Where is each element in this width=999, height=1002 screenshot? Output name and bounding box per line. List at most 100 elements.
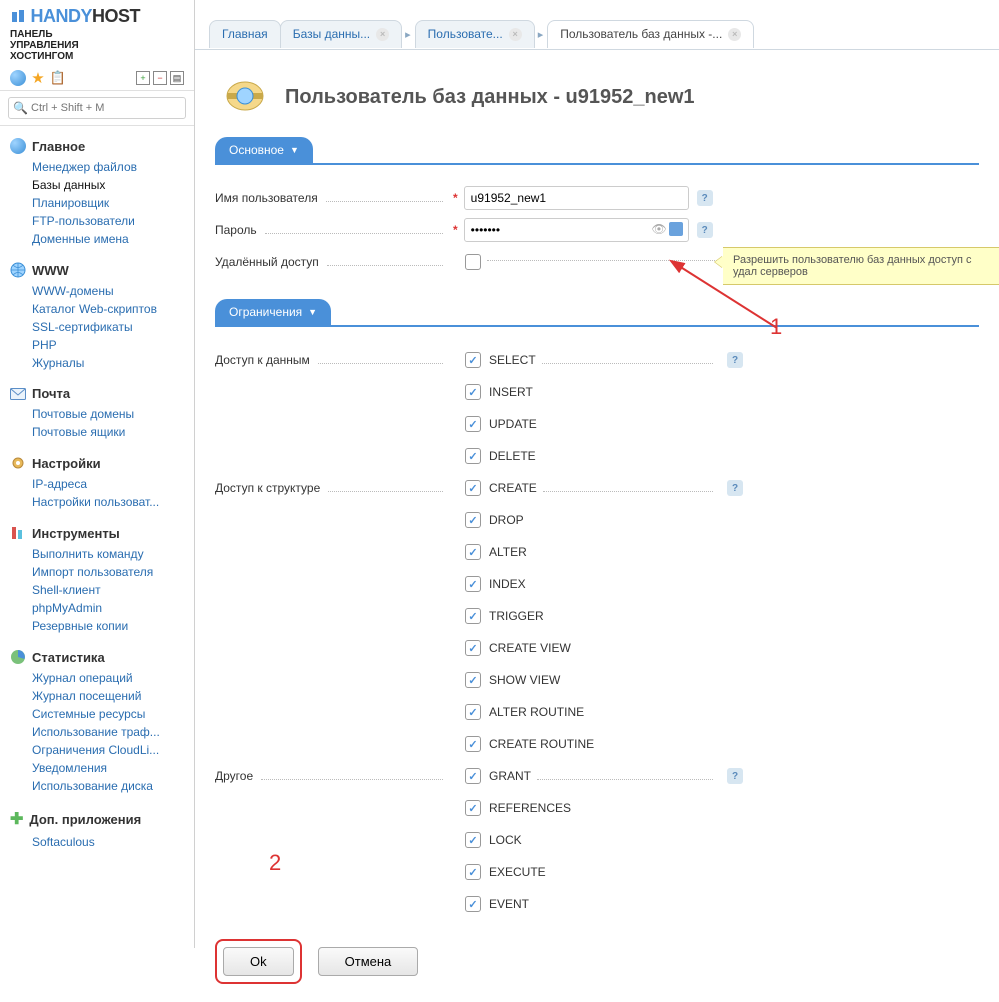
perm-checkbox[interactable] (465, 512, 481, 528)
clipboard-icon[interactable]: 📋 (50, 70, 66, 86)
sidebar-item[interactable]: Журнал посещений (32, 687, 184, 705)
perm-checkbox[interactable] (465, 896, 481, 912)
perm-checkbox[interactable] (465, 576, 481, 592)
eye-icon[interactable]: 👁 (651, 222, 666, 236)
sidebar-item[interactable]: FTP-пользователи (32, 212, 184, 230)
perm-label: ALTER ROUTINE (481, 705, 584, 719)
logo: HANDYHOST ПАНЕЛЬУПРАВЛЕНИЯХОСТИНГОМ (0, 0, 194, 66)
perm-checkbox[interactable] (465, 704, 481, 720)
ok-highlight: Ok (215, 939, 302, 984)
brand-b: HOST (92, 6, 140, 26)
perm-checkbox[interactable] (465, 448, 481, 464)
help-icon[interactable]: ? (697, 222, 713, 238)
nav-header-stats[interactable]: Статистика (10, 643, 184, 669)
perm-checkbox[interactable] (465, 768, 481, 784)
perm-checkbox[interactable] (465, 544, 481, 560)
perm-checkbox[interactable] (465, 800, 481, 816)
sidebar-item[interactable]: Доменные имена (32, 230, 184, 248)
annotation-1: 1 (770, 314, 782, 340)
sidebar-item[interactable]: Почтовые ящики (32, 423, 184, 441)
chevron-right-icon: ▸ (534, 28, 548, 41)
tab-databases[interactable]: Базы данны...× (280, 20, 402, 48)
sidebar-item[interactable]: Базы данных (32, 176, 184, 194)
perm-checkbox[interactable] (465, 640, 481, 656)
pie-icon (10, 649, 26, 665)
perm-label: INSERT (481, 385, 533, 399)
perm-checkbox[interactable] (465, 832, 481, 848)
sidebar-item[interactable]: Импорт пользователя (32, 563, 184, 581)
sidebar-item[interactable]: PHP (32, 336, 184, 354)
search-input[interactable] (8, 97, 186, 119)
sidebar-item[interactable]: IP-адреса (32, 475, 184, 493)
help-icon[interactable]: ? (697, 190, 713, 206)
help-icon[interactable]: ? (727, 480, 743, 496)
sidebar-item[interactable]: Использование диска (32, 777, 184, 795)
main-content: Главная Базы данны...× ▸ Пользовате...× … (195, 0, 999, 948)
sidebar-item[interactable]: Shell-клиент (32, 581, 184, 599)
required-icon: * (453, 191, 458, 205)
sidebar-item[interactable]: Планировщик (32, 194, 184, 212)
sidebar-item[interactable]: Уведомления (32, 759, 184, 777)
sidebar-item[interactable]: Журналы (32, 354, 184, 372)
sidebar-item[interactable]: SSL-сертификаты (32, 318, 184, 336)
perm-label: TRIGGER (481, 609, 544, 623)
close-icon[interactable]: × (509, 28, 522, 41)
tab-home[interactable]: Главная (209, 20, 281, 48)
home-icon[interactable] (10, 70, 26, 86)
sidebar-item[interactable]: Резервные копии (32, 617, 184, 635)
perm-group-label: Доступ к структуре (215, 481, 324, 495)
sidebar-item[interactable]: Системные ресурсы (32, 705, 184, 723)
remote-access-checkbox[interactable] (465, 254, 481, 270)
nav-header-www[interactable]: WWW (10, 256, 184, 282)
help-icon[interactable]: ? (727, 768, 743, 784)
sidebar-item[interactable]: Использование траф... (32, 723, 184, 741)
generate-password-icon[interactable] (669, 222, 683, 236)
perm-checkbox[interactable] (465, 672, 481, 688)
tab-users[interactable]: Пользовате...× (415, 20, 535, 48)
sidebar-item[interactable]: Ограничения CloudLi... (32, 741, 184, 759)
sidebar-item[interactable]: Почтовые домены (32, 405, 184, 423)
nav-header-tools[interactable]: Инструменты (10, 519, 184, 545)
close-icon[interactable]: × (728, 28, 741, 41)
tab-user-edit[interactable]: Пользователь баз данных -...× (547, 20, 754, 48)
nav-header-main[interactable]: Главное (10, 132, 184, 158)
star-icon[interactable]: ★ (30, 70, 46, 86)
sidebar-item[interactable]: Softaculous (32, 833, 184, 851)
sidebar-item[interactable]: phpMyAdmin (32, 599, 184, 617)
plus-icon: ✚ (10, 809, 23, 829)
sidebar-item[interactable]: Журнал операций (32, 669, 184, 687)
perm-checkbox[interactable] (465, 480, 481, 496)
password-label: Пароль (215, 223, 261, 237)
username-label: Имя пользователя (215, 191, 322, 205)
menu-icon[interactable]: ▤ (170, 71, 184, 85)
perm-checkbox[interactable] (465, 608, 481, 624)
brand-a: HANDY (31, 6, 93, 26)
logo-icon (10, 8, 26, 24)
perm-checkbox[interactable] (465, 352, 481, 368)
sidebar-item[interactable]: Настройки пользоват... (32, 493, 184, 511)
collapse-icon[interactable]: − (153, 71, 167, 85)
nav-header-mail[interactable]: Почта (10, 380, 184, 405)
www-icon (10, 262, 26, 278)
help-icon[interactable]: ? (727, 352, 743, 368)
perm-checkbox[interactable] (465, 864, 481, 880)
tools-icon (10, 525, 26, 541)
section-main[interactable]: Основное▼ (215, 137, 313, 163)
nav-header-addons[interactable]: ✚ Доп. приложения (10, 803, 184, 833)
perm-checkbox[interactable] (465, 416, 481, 432)
sidebar-item[interactable]: WWW-домены (32, 282, 184, 300)
perm-group-label: Другое (215, 769, 257, 783)
perm-checkbox[interactable] (465, 736, 481, 752)
nav-header-settings[interactable]: Настройки (10, 449, 184, 475)
ok-button[interactable]: Ok (223, 947, 294, 976)
expand-icon[interactable]: + (136, 71, 150, 85)
sidebar-item[interactable]: Каталог Web-скриптов (32, 300, 184, 318)
section-limits[interactable]: Ограничения▼ (215, 299, 331, 325)
sidebar-item[interactable]: Выполнить команду (32, 545, 184, 563)
sidebar: HANDYHOST ПАНЕЛЬУПРАВЛЕНИЯХОСТИНГОМ ★ 📋 … (0, 0, 195, 948)
username-input[interactable] (464, 186, 689, 210)
close-icon[interactable]: × (376, 28, 389, 41)
sidebar-item[interactable]: Менеджер файлов (32, 158, 184, 176)
cancel-button[interactable]: Отмена (318, 947, 419, 976)
perm-checkbox[interactable] (465, 384, 481, 400)
